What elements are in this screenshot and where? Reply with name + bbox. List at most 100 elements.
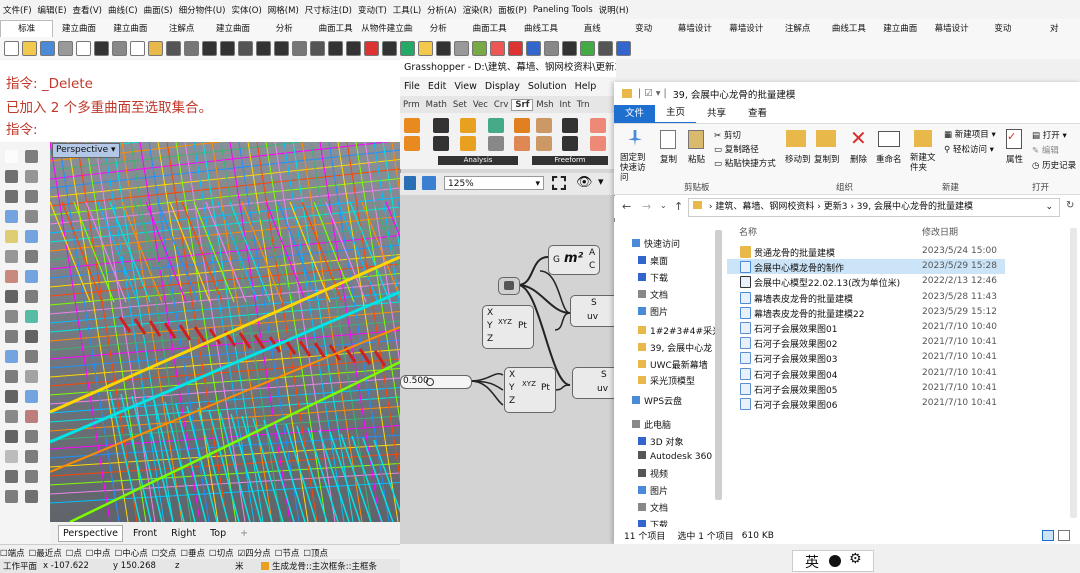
file-row[interactable]: 石河子会展效果图06 2021/7/10 10:41	[727, 396, 1005, 411]
palette-tool-5[interactable]	[25, 190, 38, 203]
toolbar-tab-10[interactable]: 曲线工具	[515, 21, 566, 37]
toolbar-button-10[interactable]	[184, 40, 199, 56]
gh-component-icon-3[interactable]	[488, 118, 504, 133]
ime-mode-icon[interactable]	[829, 555, 841, 567]
toolbar-button-7[interactable]	[130, 40, 145, 56]
palette-tool-22[interactable]	[5, 370, 18, 383]
gh-component-icon-1[interactable]	[433, 118, 449, 133]
osnap-2[interactable]: ☐点	[66, 547, 82, 559]
current-layer[interactable]: 生成龙骨::主次框条::主框条	[272, 560, 377, 572]
palette-tool-19[interactable]	[25, 330, 38, 343]
nav-item-7[interactable]: UWC最新幕墙	[638, 358, 708, 371]
toolbar-button-30[interactable]	[544, 40, 559, 56]
tab-share[interactable]: 共享	[696, 105, 737, 123]
osnap-3[interactable]: ☐中点	[86, 547, 111, 559]
toolbar-button-21[interactable]	[382, 40, 397, 56]
toolbar-button-23[interactable]	[418, 40, 433, 56]
preview-eye-icon[interactable]: 👁	[576, 175, 593, 190]
nav-item-12[interactable]: Autodesk 360	[638, 451, 712, 462]
cut-button[interactable]: ✂ 剪切	[714, 129, 741, 141]
tab-view[interactable]: 查看	[737, 105, 778, 123]
move-to-button[interactable]: 移动到	[785, 153, 811, 165]
menu-item-3[interactable]: 曲线(C)	[105, 4, 141, 16]
gh-component-icon-0[interactable]	[404, 118, 420, 133]
toolbar-tab-2[interactable]: 建立曲面	[105, 21, 156, 37]
breadcrumb-3[interactable]: 39, 会展中心龙骨的批量建模	[857, 202, 973, 212]
palette-tool-0[interactable]	[5, 150, 18, 163]
column-date[interactable]: 修改日期	[922, 225, 958, 238]
gh-component-icon-9[interactable]	[433, 136, 449, 151]
toolbar-button-2[interactable]	[40, 40, 55, 56]
gh-component-icon-4[interactable]	[514, 118, 530, 133]
toolbar-button-19[interactable]	[346, 40, 361, 56]
command-prompt[interactable]: 指令:	[6, 118, 38, 138]
toolbar-button-34[interactable]	[616, 40, 631, 56]
up-arrow-icon[interactable]: ↑	[674, 200, 683, 213]
palette-tool-9[interactable]	[25, 230, 38, 243]
construct-point-component-1[interactable]: X Y Z XYZ Pt	[482, 305, 534, 349]
delete-button[interactable]: 删除	[850, 153, 867, 165]
ime-language[interactable]: 英	[805, 552, 819, 572]
gh-component-icon-2[interactable]	[460, 118, 476, 133]
toolbar-button-13[interactable]	[238, 40, 253, 56]
large-icons-view-icon[interactable]	[1058, 530, 1070, 541]
menu-item-12[interactable]: 渲染(R)	[460, 4, 496, 16]
tab-file[interactable]: 文件	[614, 105, 656, 123]
nav-item-1[interactable]: 桌面	[638, 254, 668, 267]
palette-tool-17[interactable]	[25, 310, 38, 323]
ime-settings-icon[interactable]: ⚙	[849, 551, 862, 567]
toolbar-tab-18[interactable]: 幕墙设计	[926, 21, 977, 37]
palette-tool-16[interactable]	[5, 310, 18, 323]
quick-access-toolbar[interactable]: | ☑ ▾ |	[638, 88, 667, 99]
gh-component-icon-15[interactable]	[590, 136, 606, 151]
history-button[interactable]: ◷ 历史记录	[1032, 159, 1076, 171]
toolbar-tab-11[interactable]: 直线	[567, 21, 618, 37]
tab-top[interactable]: Top	[206, 526, 230, 541]
copy-button[interactable]: 复制	[660, 153, 677, 165]
chevron-down-icon[interactable]: ⌄	[1045, 199, 1053, 215]
gh-component-icon-7[interactable]	[590, 118, 606, 133]
toolbar-tab-0[interactable]: 标准	[0, 20, 54, 37]
osnap-4[interactable]: ☐中心点	[115, 547, 148, 559]
gh-menu-5[interactable]: Help	[571, 81, 601, 92]
gh-menu-0[interactable]: File	[400, 81, 424, 92]
save-file-icon[interactable]	[422, 176, 436, 190]
breadcrumb-1[interactable]: 建筑、幕墙、钢网校资料	[715, 202, 814, 212]
paste-button[interactable]: 粘贴	[688, 153, 705, 165]
toolbar-button-8[interactable]	[148, 40, 163, 56]
file-row[interactable]: 石河子会展效果图04 2021/7/10 10:41	[727, 366, 1005, 381]
palette-tool-23[interactable]	[25, 370, 38, 383]
nav-item-5[interactable]: 1#2#3#4#采光	[638, 324, 721, 337]
palette-tool-6[interactable]	[5, 210, 18, 223]
toolbar-button-16[interactable]	[292, 40, 307, 56]
palette-tool-21[interactable]	[25, 350, 38, 363]
toolbar-button-26[interactable]	[472, 40, 487, 56]
menu-item-7[interactable]: 网格(M)	[265, 4, 302, 16]
gh-component-icon-14[interactable]	[562, 136, 578, 151]
toolbar-button-27[interactable]	[490, 40, 505, 56]
gh-tab-0[interactable]: Prm	[400, 100, 423, 110]
palette-tool-4[interactable]	[5, 190, 18, 203]
palette-tool-8[interactable]	[5, 230, 18, 243]
nav-item-8[interactable]: 采光顶模型	[638, 374, 695, 387]
osnap-5[interactable]: ☐交点	[152, 547, 177, 559]
pin-to-quick-access-button[interactable]: 固定到快速访问	[620, 153, 650, 183]
toolbar-button-24[interactable]	[436, 40, 451, 56]
file-row[interactable]: 贯通龙骨的批量建模 2023/5/24 15:00	[727, 244, 1005, 259]
toolbar-button-18[interactable]	[328, 40, 343, 56]
open-button[interactable]: ▤ 打开 ▾	[1032, 129, 1067, 141]
surface-eval-component-2[interactable]: S uv	[572, 367, 618, 399]
osnap-10[interactable]: ☐顶点	[303, 547, 328, 559]
palette-tool-11[interactable]	[25, 250, 38, 263]
palette-tool-18[interactable]	[5, 330, 18, 343]
file-row[interactable]: 会展中心模龙骨的制作 2023/5/29 15:28	[727, 259, 1005, 275]
palette-tool-13[interactable]	[25, 270, 38, 283]
toolbar-tab-7[interactable]: 从物件建立曲线	[361, 21, 412, 37]
gh-component-icon-12[interactable]	[514, 136, 530, 151]
gh-component-icon-8[interactable]	[404, 136, 420, 151]
recent-locations-icon[interactable]: ⌄	[660, 201, 667, 210]
menu-item-1[interactable]: 编辑(E)	[35, 4, 70, 16]
gh-component-icon-6[interactable]	[562, 118, 578, 133]
palette-tool-26[interactable]	[5, 410, 18, 423]
palette-tool-10[interactable]	[5, 250, 18, 263]
